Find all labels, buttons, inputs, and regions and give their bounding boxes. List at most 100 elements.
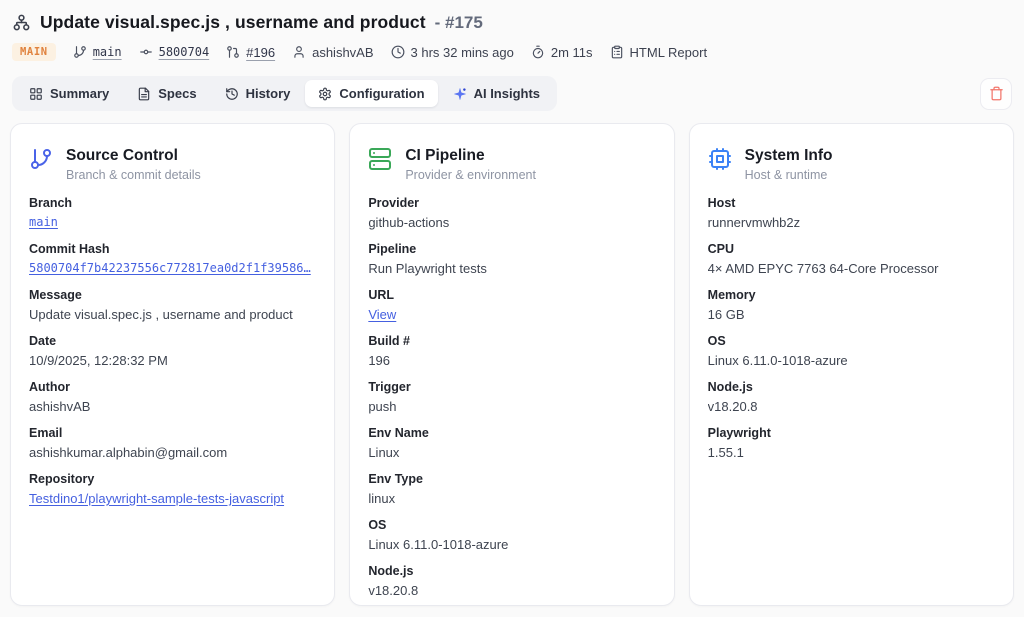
field-label: Env Type [368,471,655,487]
tab-ai-insights[interactable]: AI Insights [440,80,553,107]
field-label: Node.js [708,379,995,395]
tab-history[interactable]: History [212,80,304,107]
field-branch: Branch main [29,195,316,231]
field-host: Host runnervmwhb2z [708,195,995,231]
ci-pipeline-card: CI Pipeline Provider & environment Provi… [349,123,674,606]
delete-run-button[interactable] [980,78,1012,110]
field-provider: Providergithub-actions [368,195,655,231]
field-label: Commit Hash [29,241,316,257]
field-env-type: Env Type linux [368,471,655,507]
field-value: 10/9/2025, 12:28:32 PM [29,352,316,369]
commit-link[interactable]: 5800704 [139,45,210,59]
field-label: Host [708,195,995,211]
config-cards: Source Control Branch & commit details B… [10,123,1014,606]
file-text-icon [137,87,151,101]
field-value: 4× AMD EPYC 7763 64-Core Processor [708,260,995,277]
tab-specs[interactable]: Specs [124,80,209,107]
field-value: ashishkumar.alphabin@gmail.com [29,444,316,461]
field-value-link[interactable]: View [368,306,655,323]
field-trigger: Trigger push [368,379,655,415]
toolbar: Summary Specs History Configuration AI I… [12,76,1012,111]
field-label: Build # [368,333,655,349]
field-playwright: Playwright 1.55.1 [708,425,995,461]
field-value: Update visual.spec.js , username and pro… [29,306,316,323]
branch-link[interactable]: main [73,45,122,59]
field-label: Date [29,333,316,349]
sparkles-icon [453,87,467,101]
tab-bar: Summary Specs History Configuration AI I… [12,76,557,111]
grid-icon [29,87,43,101]
source-control-card: Source Control Branch & commit details B… [10,123,335,606]
field-value: v18.20.8 [708,398,995,415]
field-value: push [368,398,655,415]
html-report-link[interactable]: HTML Report [610,45,708,60]
field-memory: Memory 16 GB [708,287,995,323]
field-value-link[interactable]: main [29,214,316,231]
author-meta: ashishvAB [292,45,373,60]
field-value: v18.20.8 [368,582,655,599]
field-value-link[interactable]: 5800704f7b42237556c772817ea0d2f1f39586… [29,260,316,277]
field-label: Node.js [368,563,655,579]
field-value: Run Playwright tests [368,260,655,277]
field-author: AuthorashishvAB [29,379,316,415]
field-os: OSLinux 6.11.0-1018-azure [368,517,655,553]
field-os: OS Linux 6.11.0-1018-azure [708,333,995,369]
field-value: 196 [368,352,655,369]
field-value: runnervmwhb2z [708,214,995,231]
cpu-icon [708,147,732,171]
field-label: OS [708,333,995,349]
card-title: System Info [745,146,833,165]
history-icon [225,87,239,101]
field-node-js: Node.js v18.20.8 [708,379,995,415]
tab-summary[interactable]: Summary [16,80,122,107]
field-label: Author [29,379,316,395]
timer-icon [531,45,545,59]
run-meta-row: MAIN main 5800704 #196 ashishvAB 3 hrs 3… [12,43,1010,61]
field-label: Trigger [368,379,655,395]
field-value: 16 GB [708,306,995,323]
field-message: MessageUpdate visual.spec.js , username … [29,287,316,323]
field-env-name: Env NameLinux [368,425,655,461]
card-subtitle: Host & runtime [745,168,833,182]
field-node-js: Node.js v18.20.8 [368,563,655,599]
field-url: URL View [368,287,655,323]
clock-icon [391,45,405,59]
field-cpu: CPU 4× AMD EPYC 7763 64-Core Processor [708,241,995,277]
field-pipeline: PipelineRun Playwright tests [368,241,655,277]
field-label: CPU [708,241,995,257]
card-subtitle: Branch & commit details [66,168,201,182]
card-subtitle: Provider & environment [405,168,536,182]
duration-meta: 2m 11s [531,45,593,60]
git-fork-icon [12,13,31,32]
page-title: Update visual.spec.js , username and pro… [40,12,426,33]
branch-badge: MAIN [12,43,56,61]
field-value: linux [368,490,655,507]
git-branch-icon [73,45,87,59]
card-title: Source Control [66,146,201,165]
time-ago-meta: 3 hrs 32 mins ago [391,45,514,60]
field-value: 1.55.1 [708,444,995,461]
run-header: Update visual.spec.js , username and pro… [0,0,1024,61]
field-value: Linux 6.11.0-1018-azure [708,352,995,369]
run-number: - #175 [435,13,483,33]
field-label: Memory [708,287,995,303]
field-label: Env Name [368,425,655,441]
user-icon [292,45,306,59]
tab-configuration[interactable]: Configuration [305,80,437,107]
trash-icon [989,86,1004,101]
field-date: Date 10/9/2025, 12:28:32 PM [29,333,316,369]
server-icon [368,147,392,171]
field-label: Branch [29,195,316,211]
git-commit-icon [139,45,153,59]
field-email: Email ashishkumar.alphabin@gmail.com [29,425,316,461]
field-label: Email [29,425,316,441]
field-value: github-actions [368,214,655,231]
pull-request-link[interactable]: #196 [226,45,275,60]
field-label: Repository [29,471,316,487]
field-label: URL [368,287,655,303]
field-build: Build # 196 [368,333,655,369]
field-value-link[interactable]: Testdino1/playwright-sample-tests-javasc… [29,490,316,507]
gear-icon [318,87,332,101]
git-branch-icon [29,147,53,171]
field-label: Playwright [708,425,995,441]
